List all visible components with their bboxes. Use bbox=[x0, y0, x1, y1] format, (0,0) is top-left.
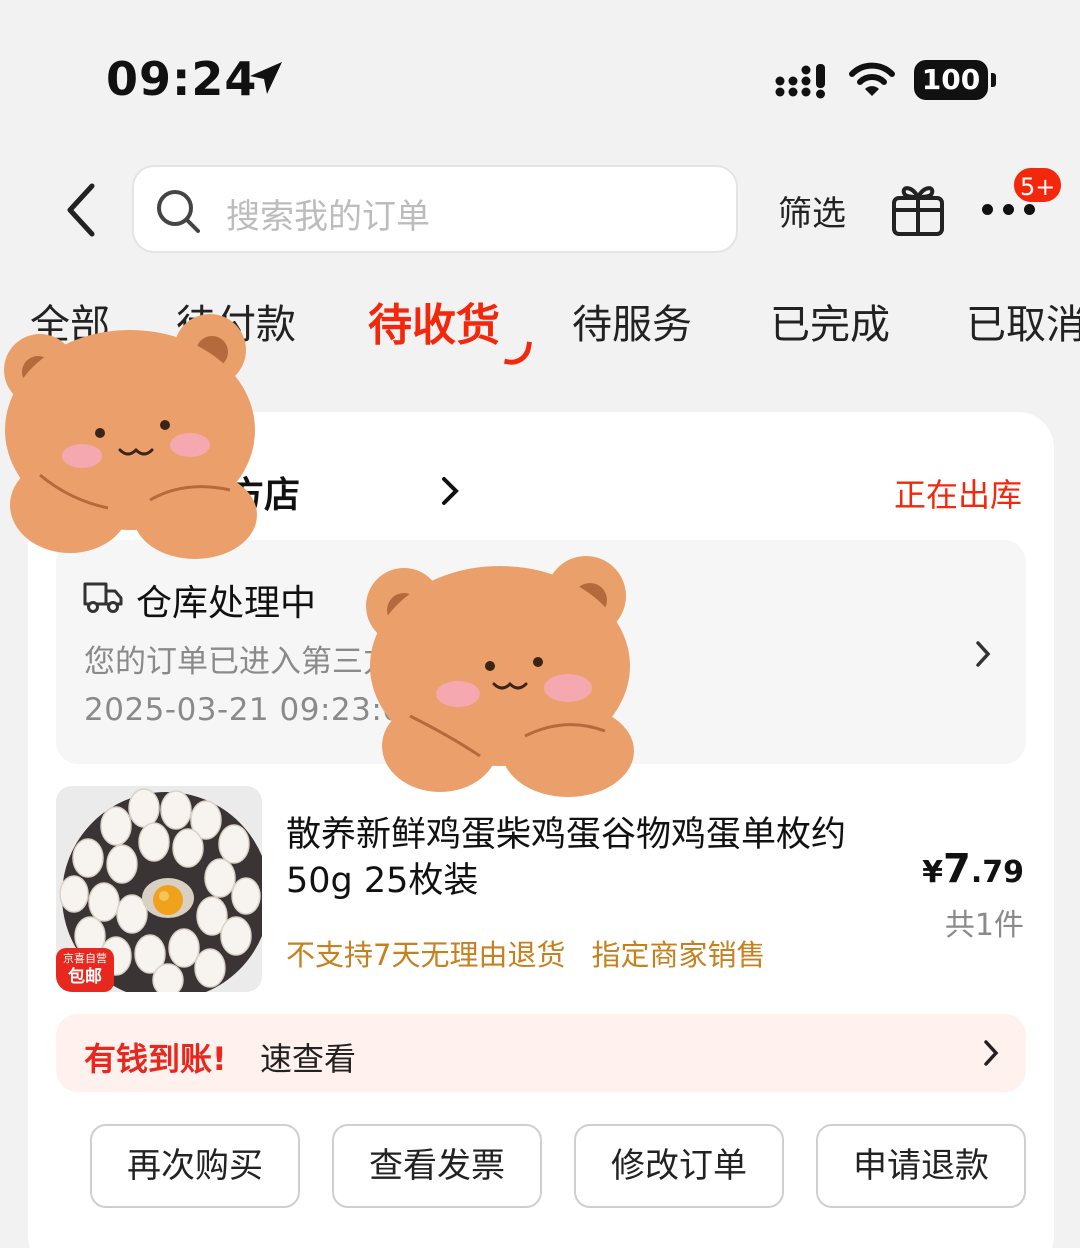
order-status: 正在出库 bbox=[894, 476, 1023, 514]
bear-sticker-icon bbox=[4, 314, 257, 559]
view-invoice-button[interactable]: 查看发票 bbox=[332, 1124, 542, 1208]
logistics-title: 仓库处理中 bbox=[136, 583, 317, 624]
wifi-icon bbox=[849, 62, 895, 96]
active-tab-indicator bbox=[503, 338, 533, 368]
more-dot-icon bbox=[1024, 204, 1035, 215]
gift-icon[interactable] bbox=[890, 180, 946, 238]
promo-highlight: 有钱到账! bbox=[84, 1040, 227, 1078]
filter-button[interactable]: 筛选 bbox=[778, 186, 846, 235]
free-shipping-badge: 京喜自营 包邮 bbox=[56, 948, 114, 992]
product-tags: 不支持7天无理由退货 指定商家销售 bbox=[286, 932, 765, 974]
battery-indicator: 100 bbox=[914, 60, 996, 100]
tab-cancelled[interactable]: 已取消 bbox=[966, 292, 1080, 350]
cellular-signal-icon bbox=[775, 64, 825, 99]
rebuy-button[interactable]: 再次购买 bbox=[90, 1124, 300, 1208]
request-refund-button[interactable]: 申请退款 bbox=[816, 1124, 1026, 1208]
product-tag: 不支持7天无理由退货 bbox=[286, 938, 566, 972]
badge-top-text: 京喜自营 bbox=[63, 952, 107, 965]
price-decimal: .79 bbox=[970, 855, 1024, 890]
product-quantity: 共1件 bbox=[944, 908, 1024, 943]
tab-completed[interactable]: 已完成 bbox=[770, 292, 890, 350]
tab-pending-receipt[interactable]: 待收货 bbox=[368, 292, 500, 353]
chevron-right-icon[interactable] bbox=[440, 476, 460, 506]
notification-badge: 5+ bbox=[1012, 166, 1064, 204]
search-placeholder: 搜索我的订单 bbox=[226, 197, 430, 237]
more-dot-icon bbox=[982, 204, 993, 215]
price-symbol: ¥ bbox=[922, 855, 943, 890]
status-time: 09:24 bbox=[106, 52, 258, 106]
product-title[interactable]: 散养新鲜鸡蛋柴鸡蛋谷物鸡蛋单枚约50g 25枚装 bbox=[286, 812, 906, 904]
tab-pending-service[interactable]: 待服务 bbox=[572, 292, 692, 350]
badge-main-text: 包邮 bbox=[68, 967, 102, 987]
search-icon bbox=[157, 190, 200, 233]
location-arrow-icon bbox=[250, 62, 282, 94]
truck-icon bbox=[83, 582, 123, 613]
chevron-right-icon[interactable] bbox=[974, 640, 992, 668]
more-dot-icon bbox=[1003, 204, 1014, 215]
bear-sticker-icon bbox=[366, 556, 634, 797]
back-arrow-icon[interactable] bbox=[58, 180, 102, 240]
product-price: ¥7.79 bbox=[922, 846, 1024, 892]
price-integer: 7 bbox=[943, 846, 971, 892]
promo-banner[interactable]: 有钱到账! 速查看 bbox=[56, 1014, 1026, 1092]
modify-order-button[interactable]: 修改订单 bbox=[574, 1124, 784, 1208]
status-bar: 09:24 100 bbox=[0, 0, 1080, 150]
chevron-right-icon bbox=[984, 1040, 999, 1066]
search-input[interactable]: 搜索我的订单 bbox=[132, 165, 738, 253]
promo-text: 速查看 bbox=[260, 1040, 357, 1078]
product-tag: 指定商家销售 bbox=[591, 938, 766, 972]
